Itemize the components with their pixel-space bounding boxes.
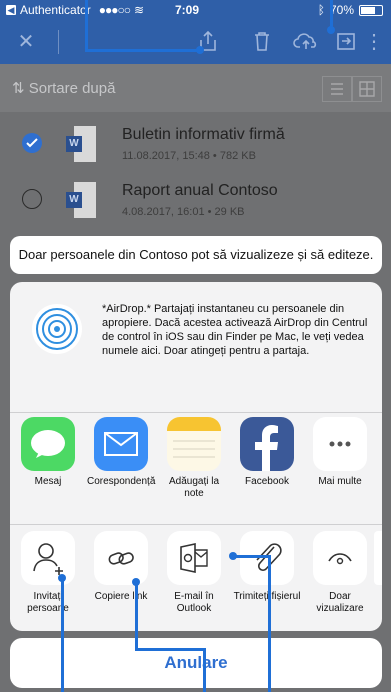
app-label: Adăugați la note [168,476,220,499]
signal-icon: ●●●○○ [98,3,131,17]
app-notes[interactable]: Adăugați la note [160,417,228,500]
action-label: Trimiteți fișierul [233,591,301,602]
file-row[interactable]: W Raport anual Contoso 4.08.2017, 16:01 … [0,172,391,228]
app-facebook[interactable]: Facebook [233,417,301,488]
list-view-icon[interactable] [322,76,352,102]
app-mail[interactable]: Corespondență [87,417,155,488]
status-time: 7:09 [175,3,200,17]
wifi-icon: ≋ [133,3,145,17]
action-label: Doar vizualizare [316,591,364,614]
add-person-icon [21,531,75,585]
notes-icon [167,417,221,471]
sort-row: ⇅ Sortare după [0,64,391,112]
messages-icon [21,417,75,471]
facebook-icon [240,417,294,471]
cancel-button[interactable]: Anulare [10,638,382,688]
bluetooth-icon: ᛒ [317,3,325,17]
file-meta: 11.08.2017, 15:48 • 782 KB [122,150,256,162]
file-name: Raport anual Contoso [122,182,278,199]
paperclip-icon [240,531,294,585]
action-view-only[interactable]: Doar vizualizare [306,531,374,615]
eye-icon [313,531,367,585]
battery-icon [359,4,383,16]
app-more[interactable]: Mai multe [306,417,374,488]
file-row[interactable]: W Buletin informativ firmă 11.08.2017, 1… [0,116,391,172]
action-send-file[interactable]: Trimiteți fișierul [233,531,301,603]
battery-percent: 70% [329,3,354,17]
word-document-icon: W [66,126,96,162]
outlook-icon [167,531,221,585]
back-to-app-icon[interactable]: ◀ [6,5,16,15]
app-label: Mai multe [318,476,362,487]
airdrop-description: *AirDrop.* Partajați instantaneu cu pers… [102,303,368,357]
share-apps-row: Mesaj Corespondență Adăugați la note Fac… [10,412,382,525]
app-label: Corespondență [87,476,156,487]
word-document-icon: W [66,182,96,218]
sort-by-button[interactable]: ⇅ Sortare după [12,79,115,97]
toolbar-divider [58,30,59,54]
unselected-check-icon[interactable] [22,189,42,209]
scroll-peek [374,531,382,585]
action-label: E-mail în Outlook [174,591,214,614]
selected-check-icon[interactable] [22,133,42,153]
action-label: Copiere link [94,591,148,602]
action-email-outlook[interactable]: E-mail în Outlook [160,531,228,615]
action-invite-people[interactable]: Invitați persoane [14,531,82,615]
mail-icon [94,417,148,471]
action-copy-link[interactable]: Copiere link [87,531,155,603]
sharing-restriction-banner: Doar persoanele din Contoso pot să vizua… [10,236,382,274]
file-name: Buletin informativ firmă [122,126,285,143]
close-icon[interactable]: ✕ [14,30,38,54]
airdrop-section[interactable]: *AirDrop.* Partajați instantaneu cu pers… [10,282,382,412]
status-app-name: Authenticator [20,3,91,17]
trash-icon[interactable] [250,30,274,54]
app-messages[interactable]: Mesaj [14,417,82,488]
cloud-upload-icon[interactable] [292,30,320,54]
app-label: Mesaj [34,476,62,487]
more-icon[interactable]: ⋮ [362,30,386,54]
more-icon [313,417,367,471]
app-label: Facebook [245,476,289,487]
open-in-icon[interactable] [334,30,358,54]
file-meta: 4.08.2017, 16:01 • 29 KB [122,206,245,218]
airdrop-icon [32,304,82,354]
link-icon [94,531,148,585]
action-label: Invitați persoane [27,591,69,614]
grid-view-icon[interactable] [352,76,382,102]
